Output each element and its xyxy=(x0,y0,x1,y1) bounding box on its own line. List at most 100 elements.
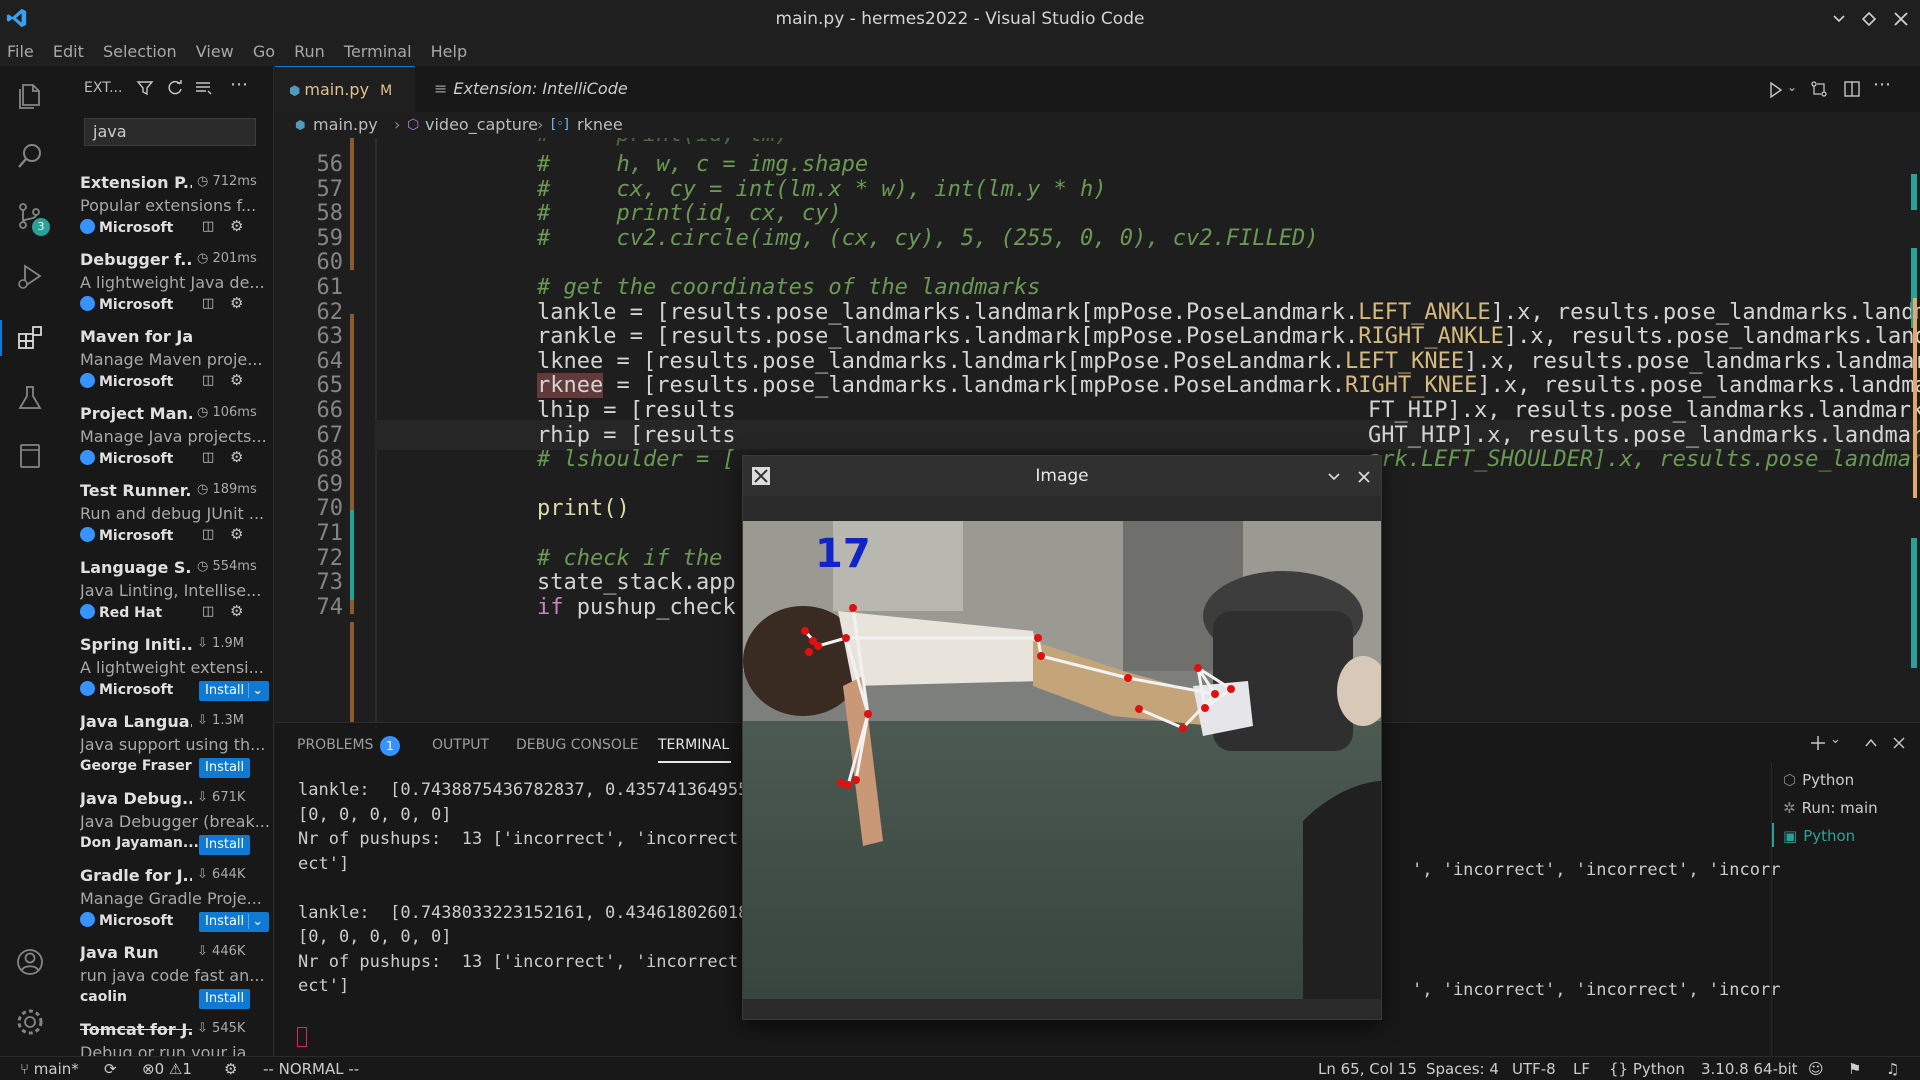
notifications-bell-icon[interactable]: ♫ xyxy=(1886,1057,1899,1080)
search-icon[interactable] xyxy=(14,140,46,172)
extension-gear-icon[interactable]: ⚙ xyxy=(230,294,243,312)
close-window-icon[interactable] xyxy=(1894,12,1908,26)
terminal-session-run-main[interactable]: ✲ Run: main xyxy=(1783,799,1878,817)
image-window-titlebar[interactable]: Image xyxy=(743,456,1381,496)
editor-more-icon[interactable]: ⋯ xyxy=(1873,74,1891,95)
refresh-icon[interactable] xyxy=(166,79,184,97)
problems-status[interactable]: ⊗0 ⚠1 xyxy=(142,1057,192,1080)
line-number: 74 xyxy=(316,594,344,620)
install-button[interactable]: Install xyxy=(199,835,251,855)
extensions-icon[interactable] xyxy=(14,322,46,354)
install-button[interactable]: Install ⌄ xyxy=(199,681,270,701)
testing-icon[interactable] xyxy=(14,382,46,414)
run-debug-icon[interactable] xyxy=(14,260,46,292)
minimize-icon[interactable] xyxy=(1832,12,1846,26)
new-terminal-icon[interactable] xyxy=(1810,735,1826,751)
extension-description: Popular extensions f... xyxy=(80,196,257,215)
breadcrumb-function[interactable]: video_capture xyxy=(425,112,538,138)
sync-ignored-icon[interactable]: ◫ xyxy=(202,450,214,465)
breadcrumb-file[interactable]: main.py xyxy=(313,112,378,138)
install-button[interactable]: Install ⌄ xyxy=(199,912,270,932)
menu-bar: File Edit Selection View Go Run Terminal… xyxy=(0,38,1920,66)
sync-icon[interactable]: ⟳ xyxy=(104,1057,117,1080)
extension-list-item[interactable]: Java Langua... ⇩ 1.3M Java support using t… xyxy=(80,707,272,785)
language-mode[interactable]: {} Python xyxy=(1609,1057,1685,1080)
image-window[interactable]: Image 17 xyxy=(742,455,1382,1020)
remote-explorer-icon[interactable] xyxy=(14,440,46,472)
menu-go[interactable]: Go xyxy=(253,38,275,66)
end-of-line[interactable]: LF xyxy=(1573,1057,1590,1080)
tab-terminal[interactable]: TERMINAL xyxy=(658,737,729,753)
split-editor-icon[interactable] xyxy=(1843,80,1861,98)
image-window-collapse-icon[interactable] xyxy=(1327,470,1341,484)
python-interpreter[interactable]: 3.10.8 64-bit xyxy=(1701,1057,1798,1080)
extension-list-item[interactable]: Java Run ⇩ 446K run java code fast an... ca… xyxy=(80,938,272,1016)
extension-list-item[interactable]: Debugger f... ◷ 201ms A lightweight Java d… xyxy=(80,245,272,323)
menu-selection[interactable]: Selection xyxy=(103,38,177,66)
run-file-icon[interactable] xyxy=(1769,82,1783,98)
tab-debug-console[interactable]: DEBUG CONSOLE xyxy=(516,737,639,753)
tab-main-py[interactable]: ⬢main.py M ✕ xyxy=(275,66,415,147)
menu-edit[interactable]: Edit xyxy=(53,38,84,66)
extension-gear-icon[interactable]: ⚙ xyxy=(230,448,243,466)
sync-ignored-icon[interactable]: ◫ xyxy=(202,219,214,234)
menu-run[interactable]: Run xyxy=(294,38,325,66)
clear-results-icon[interactable] xyxy=(194,79,212,97)
manage-gear-icon[interactable] xyxy=(14,1006,46,1038)
install-dropdown-icon[interactable]: ⌄ xyxy=(248,683,264,698)
copilot-icon[interactable]: ☺ xyxy=(1808,1057,1824,1080)
menu-help[interactable]: Help xyxy=(431,38,467,66)
maximize-panel-icon[interactable] xyxy=(1864,736,1878,750)
menu-terminal[interactable]: Terminal xyxy=(344,38,412,66)
breadcrumb-variable[interactable]: rknee xyxy=(577,112,623,138)
close-panel-icon[interactable] xyxy=(1892,736,1906,750)
extension-gear-icon[interactable]: ⚙ xyxy=(230,217,243,235)
tab-problems[interactable]: PROBLEMS xyxy=(297,737,373,753)
extension-list-item[interactable]: Maven for Java Manage Maven proje... Micro… xyxy=(80,322,272,400)
install-button[interactable]: Install xyxy=(199,989,251,1009)
extension-list-item[interactable]: Spring Initi... ⇩ 1.9M A lightweight exten… xyxy=(80,630,272,708)
extension-gear-icon[interactable]: ⚙ xyxy=(230,371,243,389)
run-dropdown-icon[interactable]: ⌄ xyxy=(1787,80,1797,94)
extension-list-item[interactable]: Tomcat for J... ⇩ 545K Debug or run your j… xyxy=(80,1015,272,1056)
image-window-close-icon[interactable] xyxy=(1357,470,1371,484)
extension-list-item[interactable]: Java Debug... ⇩ 671K Java Debugger (break.… xyxy=(80,784,272,862)
extension-list-item[interactable]: Language S... ◷ 554ms Java Linting, Intell… xyxy=(80,553,272,631)
extension-list-item[interactable]: Gradle for J... ⇩ 644K Manage Gradle Proje… xyxy=(80,861,272,939)
install-button[interactable]: Install xyxy=(199,758,251,778)
install-dropdown-icon[interactable]: ⌄ xyxy=(248,914,264,929)
minimap-scrollbar[interactable] xyxy=(1903,138,1920,722)
sync-ignored-icon[interactable]: ◫ xyxy=(202,604,214,619)
sync-ignored-icon[interactable]: ◫ xyxy=(202,527,214,542)
extension-search-input[interactable]: java xyxy=(84,118,256,146)
terminal-session-python-2[interactable]: ▣ Python xyxy=(1783,827,1855,845)
terminal-line: Nr of pushups: 13 ['incorrect', 'incorre… xyxy=(298,829,749,849)
extension-gear-icon[interactable]: ⚙ xyxy=(230,602,243,620)
terminal-dropdown-icon[interactable]: ⌄ xyxy=(1830,732,1841,747)
tab-extension-intellicode[interactable]: ≡ Extension: IntelliCode xyxy=(420,66,680,112)
accounts-icon[interactable] xyxy=(14,946,46,978)
extension-gear-icon[interactable]: ⚙ xyxy=(230,525,243,543)
terminal-session-python-1[interactable]: ⬡ Python xyxy=(1783,771,1854,789)
branch-status[interactable]: ⑂ main* xyxy=(20,1057,79,1080)
extension-name: Gradle for J... xyxy=(80,866,192,885)
filter-icon[interactable] xyxy=(136,79,154,97)
tab-output[interactable]: OUTPUT xyxy=(432,737,489,753)
indentation[interactable]: Spaces: 4 xyxy=(1426,1057,1499,1080)
menu-view[interactable]: View xyxy=(196,38,234,66)
verified-publisher-icon xyxy=(80,450,95,465)
menu-file[interactable]: File xyxy=(7,38,34,66)
extension-list-item[interactable]: Extension P... ◷ 712ms Popular extensions … xyxy=(80,168,272,246)
debug-launch-icon[interactable]: ⚙ xyxy=(224,1057,237,1080)
feedback-icon[interactable]: ⚑ xyxy=(1848,1057,1861,1080)
more-actions-icon[interactable]: ⋯ xyxy=(230,74,248,95)
compare-changes-icon[interactable] xyxy=(1810,80,1828,98)
cursor-position[interactable]: Ln 65, Col 15 xyxy=(1318,1057,1417,1080)
extension-list-item[interactable]: Project Man... ◷ 106ms Manage Java project… xyxy=(80,399,272,477)
sync-ignored-icon[interactable]: ◫ xyxy=(202,373,214,388)
sync-ignored-icon[interactable]: ◫ xyxy=(202,296,214,311)
encoding[interactable]: UTF-8 xyxy=(1512,1057,1556,1080)
maximize-icon[interactable] xyxy=(1862,12,1876,26)
explorer-icon[interactable] xyxy=(14,80,46,112)
extension-list-item[interactable]: Test Runner... ◷ 189ms Run and debug JUnit… xyxy=(80,476,272,554)
